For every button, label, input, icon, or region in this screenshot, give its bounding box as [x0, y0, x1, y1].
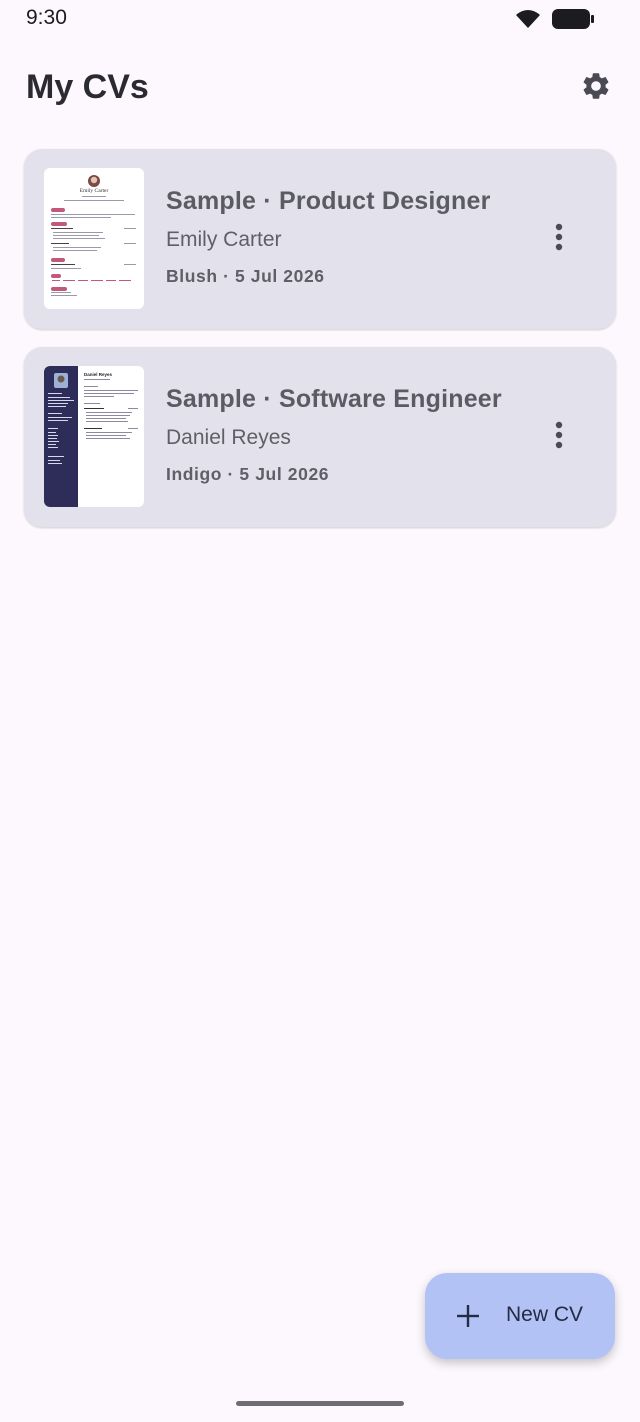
cv-meta: Indigo · 5 Jul 2026: [166, 464, 330, 484]
status-icons: [514, 8, 596, 35]
page-title: My CVs: [26, 68, 149, 106]
plus-icon: [455, 1303, 481, 1329]
cv-person-name: Emily Carter: [166, 228, 282, 251]
settings-button[interactable]: [576, 68, 616, 108]
thumbnail-name: Emily Carter: [79, 188, 109, 194]
more-options-button[interactable]: [544, 219, 574, 259]
new-cv-label: New CV: [506, 1303, 584, 1326]
cv-thumbnail-blush: Emily Carter: [44, 168, 144, 309]
cv-thumbnail-indigo: Daniel Reyes: [44, 366, 144, 507]
gear-icon: [580, 70, 612, 107]
cv-title: Sample · Product Designer: [166, 187, 491, 215]
battery-icon: [552, 8, 596, 35]
cv-card-software-engineer[interactable]: Daniel Reyes Sample · Software Engineer …: [24, 347, 616, 527]
more-options-button[interactable]: [544, 417, 574, 457]
cv-list: Emily Carter Sample · Product Designer E…: [24, 149, 616, 545]
status-time: 9:30: [26, 6, 67, 29]
status-bar: 9:30: [0, 0, 640, 36]
cv-card-text: Sample · Product Designer Emily Carter B…: [166, 187, 491, 287]
wifi-icon: [514, 8, 542, 35]
cv-title: Sample · Software Engineer: [166, 385, 502, 413]
cv-meta: Blush · 5 Jul 2026: [166, 266, 325, 286]
cv-card-product-designer[interactable]: Emily Carter Sample · Product Designer E…: [24, 149, 616, 329]
cv-person-name: Daniel Reyes: [166, 426, 291, 449]
gesture-nav-handle[interactable]: [236, 1401, 404, 1406]
more-vert-icon: [555, 421, 563, 454]
thumbnail-name: Daniel Reyes: [84, 372, 113, 377]
more-vert-icon: [555, 223, 563, 256]
cv-card-text: Sample · Software Engineer Daniel Reyes …: [166, 385, 502, 485]
app-bar: My CVs: [0, 56, 640, 120]
new-cv-button[interactable]: New CV: [425, 1273, 615, 1359]
